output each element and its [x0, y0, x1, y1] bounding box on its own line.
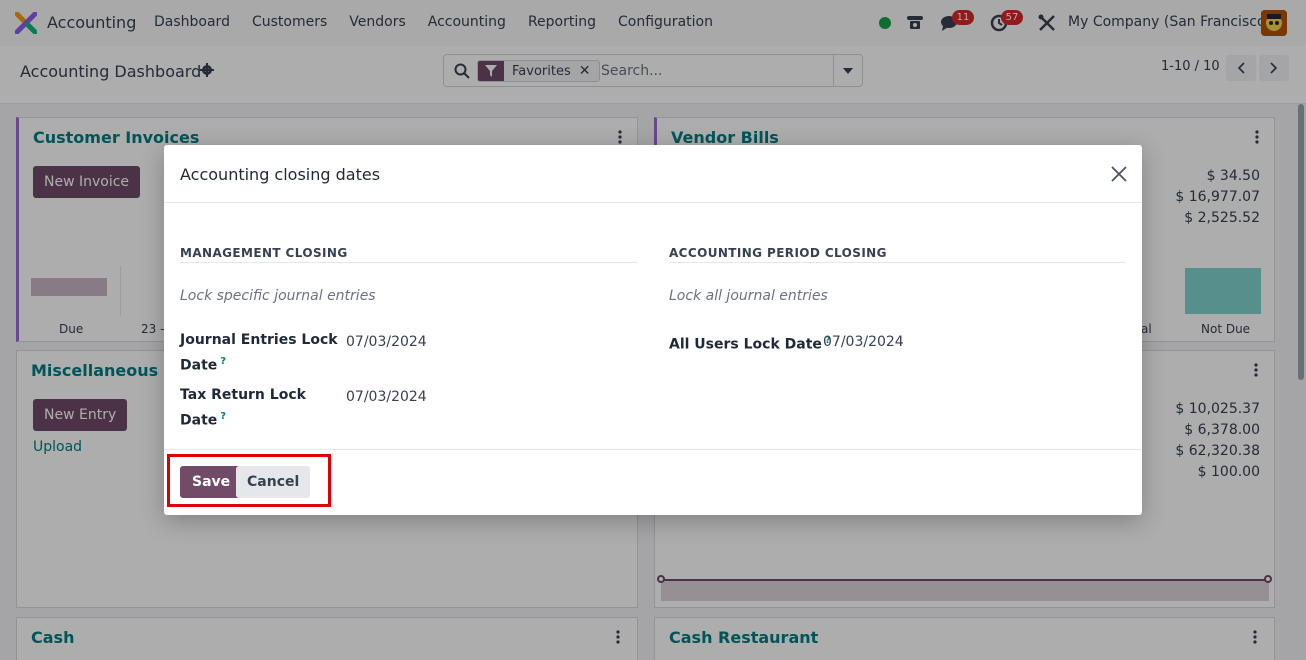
label-line: Journal Entries Lock	[180, 332, 338, 348]
all-users-lock-label: All Users Lock Date?	[669, 330, 831, 356]
help-tooltip-icon[interactable]: ?	[220, 356, 226, 367]
label-line: Tax Return Lock	[180, 387, 306, 403]
period-closing-heading: ACCOUNTING PERIOD CLOSING	[669, 246, 887, 260]
journal-lock-label: Journal Entries Lock Date?	[180, 330, 338, 377]
label-line: Date	[180, 412, 218, 429]
dialog-footer-divider	[164, 449, 1142, 450]
section-divider	[669, 262, 1126, 263]
label-line: All Users Lock Date	[669, 336, 822, 353]
highlight-box	[167, 454, 331, 507]
tax-lock-label: Tax Return Lock Date?	[180, 385, 306, 432]
label-line: Date	[180, 357, 218, 374]
label-line-with-tip: Date?	[180, 351, 338, 377]
dialog-header-divider	[164, 202, 1142, 203]
dialog-title: Accounting closing dates	[180, 165, 381, 184]
management-closing-heading: MANAGEMENT CLOSING	[180, 246, 348, 260]
tax-lock-date-field[interactable]: 07/03/2024	[346, 389, 427, 405]
journal-lock-date-field[interactable]: 07/03/2024	[346, 334, 427, 350]
help-tooltip-icon[interactable]: ?	[220, 411, 226, 422]
management-help-text: Lock specific journal entries	[180, 288, 376, 304]
section-divider	[180, 262, 637, 263]
all-users-lock-date-field[interactable]: 07/03/2024	[823, 334, 904, 350]
period-help-text: Lock all journal entries	[669, 288, 828, 304]
close-icon[interactable]	[1110, 165, 1128, 183]
label-line-with-tip: Date?	[180, 406, 306, 432]
